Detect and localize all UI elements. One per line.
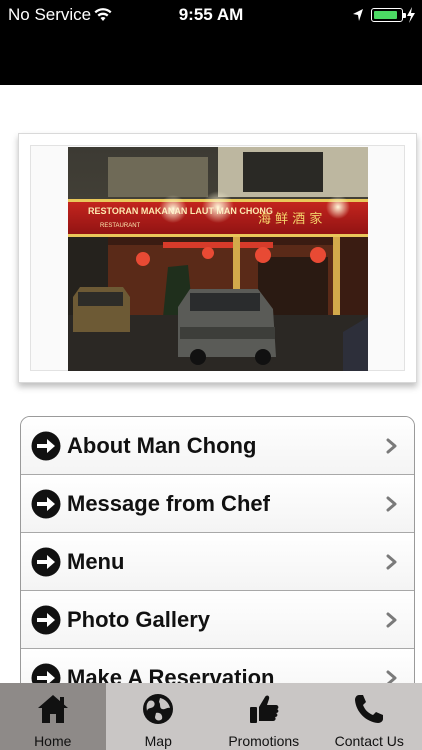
thumbs-up-icon (249, 695, 279, 723)
tab-map[interactable]: Map (106, 683, 212, 750)
tab-home[interactable]: Home (0, 683, 106, 750)
sign-subtext: RESTAURANT (100, 223, 141, 229)
tab-bar: Home Map Promotions Contact Us (0, 683, 422, 750)
menu-item-message-from-chef[interactable]: Message from Chef (21, 475, 414, 533)
hero-photo-frame: RESTORAN MAKANAN LAUT MAN CHONG RESTAURA… (18, 133, 417, 383)
globe-icon (143, 694, 174, 724)
chevron-right-icon (386, 496, 397, 512)
storefront-illustration: RESTORAN MAKANAN LAUT MAN CHONG RESTAURA… (68, 147, 368, 371)
restaurant-storefront-photo: RESTORAN MAKANAN LAUT MAN CHONG RESTAURA… (68, 147, 368, 371)
chevron-right-icon (386, 612, 397, 628)
menu-item-about[interactable]: About Man Chong (21, 417, 414, 475)
tab-label: Home (34, 733, 72, 749)
status-bar: No Service 9:55 AM (0, 0, 422, 30)
chevron-right-icon (386, 554, 397, 570)
arrow-circle-icon (31, 431, 61, 461)
tab-contact-us[interactable]: Contact Us (317, 683, 422, 750)
main-menu-list: About Man Chong Message from Chef Menu P… (20, 416, 415, 708)
battery-icon (371, 8, 406, 22)
arrow-circle-icon (31, 489, 61, 519)
arrow-circle-icon (31, 605, 61, 635)
menu-item-label: Photo Gallery (67, 607, 211, 632)
battery-level-fill (374, 11, 397, 19)
location-arrow-icon (353, 9, 363, 21)
menu-item-label: Menu (67, 549, 125, 574)
tab-label: Contact Us (334, 733, 404, 749)
home-icon (37, 695, 68, 723)
menu-item-label: About Man Chong (67, 433, 257, 458)
charging-bolt-icon (407, 7, 415, 23)
tab-label: Map (144, 733, 172, 749)
navigation-bar (0, 30, 422, 85)
tab-label: Promotions (228, 733, 300, 749)
arrow-circle-icon (31, 547, 61, 577)
menu-item-menu[interactable]: Menu (21, 533, 414, 591)
menu-item-photo-gallery[interactable]: Photo Gallery (21, 591, 414, 649)
chevron-right-icon (386, 438, 397, 454)
tab-promotions[interactable]: Promotions (211, 683, 317, 750)
svg-text:海 鲜 酒 家: 海 鲜 酒 家 (258, 211, 322, 227)
phone-icon (355, 695, 384, 723)
menu-item-label: Message from Chef (67, 491, 270, 516)
hero-photo-mat: RESTORAN MAKANAN LAUT MAN CHONG RESTAURA… (30, 145, 405, 371)
